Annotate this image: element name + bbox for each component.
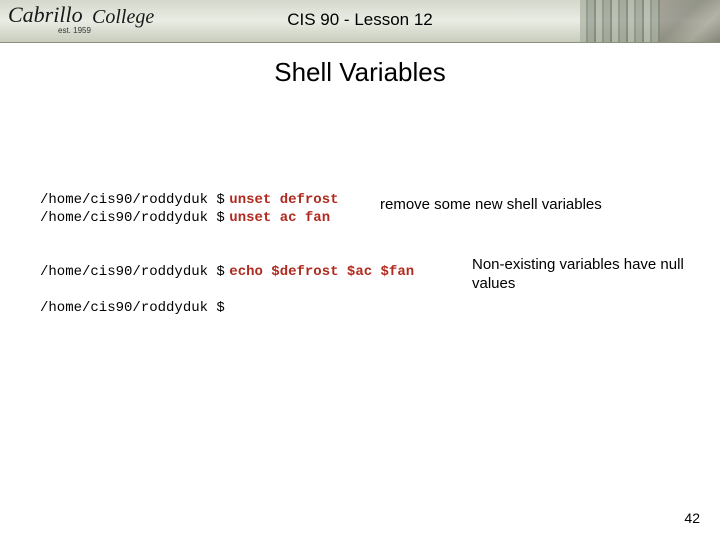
shell-prompt: /home/cis90/roddyduk $: [40, 264, 225, 280]
terminal-block-2: /home/cis90/roddyduk $ echo $defrost $ac…: [40, 262, 680, 280]
annotation-null-values: Non-existing variables have null values: [472, 256, 692, 294]
command-echo-vars: echo $defrost $ac $fan: [229, 264, 414, 280]
command-unset-defrost: unset defrost: [229, 192, 338, 208]
shell-prompt: /home/cis90/roddyduk $: [40, 192, 225, 208]
annotation-remove-vars: remove some new shell variables: [380, 196, 602, 213]
course-title: CIS 90 - Lesson 12: [0, 10, 720, 30]
shell-prompt: /home/cis90/roddyduk $: [40, 300, 225, 316]
page-number: 42: [684, 510, 700, 526]
slide-heading: Shell Variables: [0, 57, 720, 88]
shell-prompt: /home/cis90/roddyduk $: [40, 210, 225, 226]
terminal-block-1: /home/cis90/roddyduk $ unset defrost /ho…: [40, 190, 680, 226]
slide-banner: Cabrillo College est. 1959 CIS 90 - Less…: [0, 0, 720, 43]
terminal-block-3: /home/cis90/roddyduk $: [40, 298, 680, 316]
slide-content: /home/cis90/roddyduk $ unset defrost /ho…: [40, 190, 680, 316]
command-unset-ac-fan: unset ac fan: [229, 210, 330, 226]
